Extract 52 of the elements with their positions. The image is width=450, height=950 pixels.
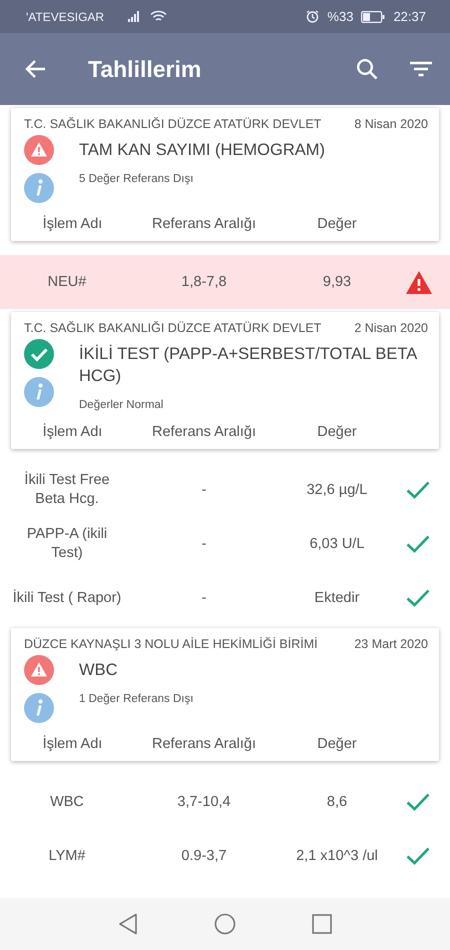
- column-header: Değer: [317, 216, 357, 232]
- home-nav-button[interactable]: [214, 913, 236, 935]
- clock-time: 22:37: [393, 9, 426, 24]
- reference-range: 3,7-10,4: [177, 792, 231, 812]
- carrier-name: 'ATEVESIGAR: [26, 10, 104, 24]
- filter-button[interactable]: [410, 61, 432, 77]
- test-value: 32,6 µg/L: [306, 480, 368, 500]
- column-header: İşlem Adı: [42, 736, 102, 752]
- alarm-icon: [306, 10, 320, 23]
- result-summary: Değerler Normal: [79, 399, 164, 411]
- test-name: PAPP-A (ikili Test): [26, 525, 108, 563]
- test-value: 2,1 x10^3 /ul: [296, 846, 378, 866]
- screen-title: Tahlillerim: [88, 56, 202, 82]
- test-title: TAM KAN SAYIMI (HEMOGRAM): [79, 140, 326, 161]
- institution-name: T.C. SAĞLIK BAKANLIĞI DÜZCE ATATÜRK DEVLET: [24, 117, 322, 131]
- result-summary: 5 Değer Referans Dışı: [79, 173, 194, 185]
- test-value: Ektedir: [314, 588, 360, 608]
- test-date: 2 Nisan 2020: [354, 321, 428, 335]
- institution-name: DÜZCE KAYNAŞLI 3 NOLU AİLE HEKİMLİĞİ BİRİMİ: [24, 637, 318, 651]
- recents-nav-button[interactable]: [312, 914, 332, 934]
- column-header: Değer: [317, 736, 357, 752]
- test-name: İkili Test ( Rapor): [12, 588, 122, 608]
- column-header: İşlem Adı: [42, 424, 102, 440]
- test-value: 6,03 U/L: [310, 534, 364, 554]
- institution-name: T.C. SAĞLIK BAKANLIĞI DÜZCE ATATÜRK DEVLET: [24, 321, 322, 335]
- column-header: Referans Aralığı: [152, 216, 256, 232]
- battery-percent: %33: [327, 9, 354, 24]
- search-button[interactable]: [356, 58, 378, 80]
- wifi-icon: [150, 10, 168, 23]
- battery-icon: [361, 10, 386, 22]
- back-button[interactable]: [24, 59, 46, 79]
- column-header: Referans Aralığı: [152, 424, 256, 440]
- test-value: 8,6: [326, 792, 348, 812]
- column-header: İşlem Adı: [42, 216, 102, 232]
- column-header: Değer: [317, 424, 357, 440]
- column-header: Referans Aralığı: [152, 736, 256, 752]
- test-name: İkili Test Free Beta Hcg.: [23, 471, 111, 509]
- reference-range: -: [202, 534, 206, 554]
- test-title: İKİLİ TEST (PAPP-A+SERBEST/TOTAL BETA HCG): [79, 344, 418, 387]
- test-date: 8 Nisan 2020: [354, 117, 428, 131]
- test-value: 9,93: [322, 272, 352, 292]
- reference-range: 1,8-7,8: [181, 272, 227, 292]
- result-summary: 1 Değer Referans Dışı: [79, 693, 194, 705]
- test-date: 23 Mart 2020: [354, 637, 428, 651]
- test-title: WBC: [79, 660, 118, 681]
- back-nav-button[interactable]: [118, 913, 138, 935]
- reference-range: 0.9-3,7: [181, 846, 227, 866]
- test-name: NEU#: [48, 272, 86, 292]
- reference-range: -: [202, 588, 206, 608]
- reference-range: -: [202, 480, 206, 500]
- test-name: WBC: [50, 792, 84, 812]
- test-name: LYM#: [48, 846, 86, 866]
